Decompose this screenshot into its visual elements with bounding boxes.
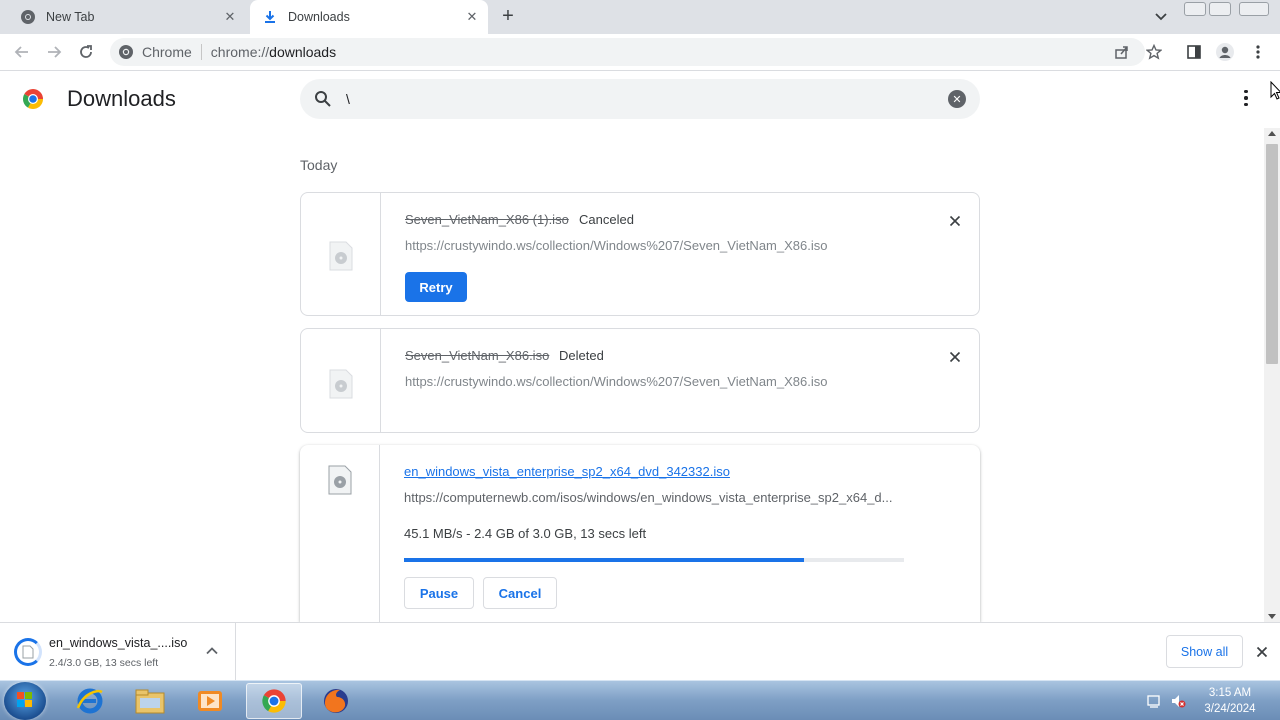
download-url[interactable]: https://computernewb.com/isos/windows/en…	[404, 490, 892, 505]
clock-date: 3/24/2024	[1204, 703, 1256, 715]
chevron-up-icon[interactable]	[204, 643, 220, 659]
download-url[interactable]: https://crustywindo.ws/collection/Window…	[405, 374, 827, 389]
tab-new-tab[interactable]: New Tab ✕	[8, 0, 246, 34]
show-all-button[interactable]: Show all	[1166, 635, 1243, 668]
chrome-icon	[262, 689, 286, 713]
file-explorer-icon	[135, 689, 165, 714]
new-tab-button[interactable]: +	[498, 6, 518, 27]
pause-button[interactable]: Pause	[404, 577, 474, 609]
shelf-status: 2.4/3.0 GB, 13 secs left	[49, 657, 159, 669]
media-player-icon	[198, 691, 222, 711]
close-tab-icon[interactable]: ✕	[462, 7, 482, 27]
file-icon-column	[301, 329, 381, 432]
volume-muted-icon[interactable]	[1170, 693, 1186, 709]
file-icon-column	[301, 193, 381, 315]
windows-logo-icon	[17, 692, 32, 707]
forward-arrow-icon	[48, 46, 62, 58]
download-url[interactable]: https://crustywindo.ws/collection/Window…	[405, 238, 827, 253]
windows-taskbar: 3:15 AM 3/24/2024	[0, 680, 1280, 720]
download-favicon-icon	[262, 9, 278, 25]
start-button[interactable]	[4, 682, 46, 720]
tab-title: Downloads	[288, 10, 350, 24]
omnibox-divider	[200, 44, 202, 60]
address-bar[interactable]: Chrome chrome://downloads	[110, 38, 1145, 66]
reload-icon	[80, 45, 92, 58]
taskbar-app-active[interactable]	[246, 683, 302, 719]
download-filename-link[interactable]: en_windows_vista_enterprise_sp2_x64_dvd_…	[404, 464, 730, 479]
shelf-download-item[interactable]: en_windows_vista_....iso 2.4/3.0 GB, 13 …	[0, 623, 236, 680]
tab-downloads[interactable]: Downloads ✕	[250, 0, 488, 34]
chrome-site-icon	[119, 45, 133, 59]
retry-button[interactable]: Retry	[405, 272, 467, 302]
back-button[interactable]	[12, 42, 32, 62]
taskbar-app[interactable]	[62, 683, 118, 719]
download-progress-bar	[404, 558, 904, 562]
profile-avatar-icon[interactable]	[1215, 42, 1235, 62]
disc-file-icon	[329, 369, 353, 399]
search-downloads-box[interactable]: ✕	[300, 79, 980, 119]
download-progress-text: 45.1 MB/s - 2.4 GB of 3.0 GB, 13 secs le…	[404, 526, 647, 541]
download-status: Deleted	[559, 348, 604, 363]
firefox-icon	[324, 689, 348, 713]
browser-menu-icon[interactable]	[1248, 42, 1268, 62]
downloads-menu-icon[interactable]	[1238, 88, 1254, 108]
clock-time: 3:15 AM	[1208, 687, 1252, 699]
close-tab-icon[interactable]: ✕	[220, 7, 240, 27]
date-section-label: Today	[300, 157, 338, 173]
remove-from-list-icon[interactable]	[945, 347, 965, 367]
download-item-canceled: Seven_VietNam_X86 (1).iso Canceled https…	[300, 192, 980, 316]
file-icon-column	[300, 445, 380, 622]
cancel-button[interactable]: Cancel	[483, 577, 557, 609]
tab-title: New Tab	[46, 10, 95, 24]
system-clock[interactable]: 3:15 AM 3/24/2024	[1196, 685, 1264, 717]
action-center-icon[interactable]	[1146, 693, 1162, 709]
download-progress-ring-icon	[14, 638, 42, 666]
tab-search-icon[interactable]	[1151, 8, 1171, 26]
scroll-thumb[interactable]	[1266, 144, 1278, 364]
bookmark-star-icon[interactable]	[1144, 42, 1164, 62]
disc-file-icon	[328, 465, 352, 495]
remove-from-list-icon[interactable]	[945, 211, 965, 231]
url-text: chrome://downloads	[210, 44, 337, 60]
close-window-button[interactable]	[1239, 2, 1269, 16]
search-icon	[315, 91, 331, 107]
download-shelf: en_windows_vista_....iso 2.4/3.0 GB, 13 …	[0, 622, 1280, 680]
back-arrow-icon	[14, 46, 28, 58]
download-item-in-progress: en_windows_vista_enterprise_sp2_x64_dvd_…	[300, 445, 980, 622]
download-filename[interactable]: Seven_VietNam_X86 (1).iso	[405, 212, 569, 227]
search-input[interactable]	[346, 87, 926, 111]
download-status: Canceled	[579, 212, 634, 227]
close-shelf-icon[interactable]	[1253, 643, 1271, 661]
internet-explorer-icon	[76, 688, 103, 714]
restore-window-button[interactable]	[1209, 2, 1231, 16]
tab-strip: New Tab ✕ Downloads ✕ +	[0, 0, 1280, 34]
reload-button[interactable]	[76, 42, 96, 62]
download-item-deleted: Seven_VietNam_X86.iso Deleted https://cr…	[300, 328, 980, 433]
taskbar-app[interactable]	[182, 683, 238, 719]
taskbar-app[interactable]	[308, 683, 364, 719]
scroll-up-arrow-icon[interactable]	[1268, 131, 1276, 136]
chrome-logo-icon	[23, 89, 43, 109]
page-title: Downloads	[67, 86, 176, 111]
share-icon[interactable]	[1112, 42, 1132, 62]
taskbar-app[interactable]	[122, 683, 178, 719]
scroll-down-arrow-icon[interactable]	[1268, 614, 1276, 619]
minimize-window-button[interactable]	[1184, 2, 1206, 16]
download-progress-fill	[404, 558, 804, 562]
mouse-cursor-icon	[1270, 81, 1280, 100]
download-filename[interactable]: Seven_VietNam_X86.iso	[405, 348, 549, 363]
site-label: Chrome	[142, 44, 192, 60]
page-scrollbar[interactable]	[1264, 128, 1280, 622]
side-panel-icon[interactable]	[1184, 42, 1204, 62]
shelf-filename: en_windows_vista_....iso	[49, 636, 188, 650]
chrome-favicon-icon	[20, 9, 36, 25]
browser-toolbar: Chrome chrome://downloads	[0, 34, 1280, 71]
disc-file-icon	[329, 241, 353, 271]
forward-button[interactable]	[44, 42, 64, 62]
clear-search-icon[interactable]: ✕	[948, 90, 966, 108]
